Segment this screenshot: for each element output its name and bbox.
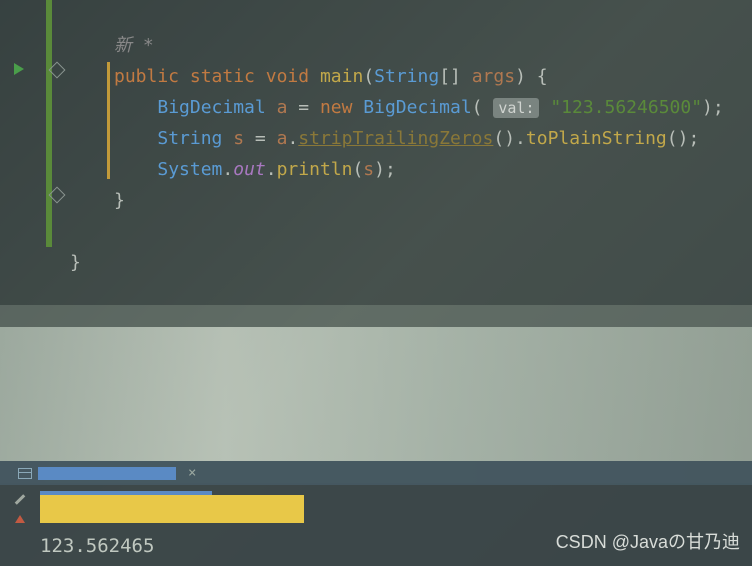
fold-marker-icon[interactable]	[49, 62, 66, 79]
code-editor[interactable]: 新 * public static void main(String[] arg…	[70, 0, 752, 305]
run-icon[interactable]	[14, 63, 24, 75]
close-tab-icon[interactable]: ×	[188, 465, 196, 481]
comment-text: 新 *	[114, 35, 154, 56]
editor-area: 新 * public static void main(String[] arg…	[0, 0, 752, 305]
method-to-plain-string: toPlainString	[526, 128, 667, 149]
field-out: out	[233, 159, 266, 180]
method-indent-guide	[107, 62, 110, 179]
terminal-tab-bar: ×	[0, 461, 752, 485]
terminal-tool-strip	[0, 485, 40, 557]
scroll-up-icon[interactable]	[15, 515, 25, 523]
separator-bar[interactable]	[0, 305, 752, 327]
redacted-command-bar	[40, 495, 304, 523]
watermark-text: CSDN @Javaの甘乃迪	[556, 528, 740, 554]
left-gutter	[0, 0, 48, 305]
terminal-tab-title-redacted[interactable]	[38, 467, 176, 480]
edit-icon[interactable]	[13, 493, 27, 507]
terminal-tab-icon	[18, 468, 32, 479]
method-strip-trailing: stripTrailingZeros	[298, 128, 493, 149]
method-main: main	[320, 66, 363, 87]
param-hint-badge: val:	[493, 98, 539, 118]
fold-gutter	[48, 0, 70, 305]
method-println: println	[277, 159, 353, 180]
fold-marker-icon[interactable]	[49, 187, 66, 204]
background-image-area	[0, 327, 752, 483]
